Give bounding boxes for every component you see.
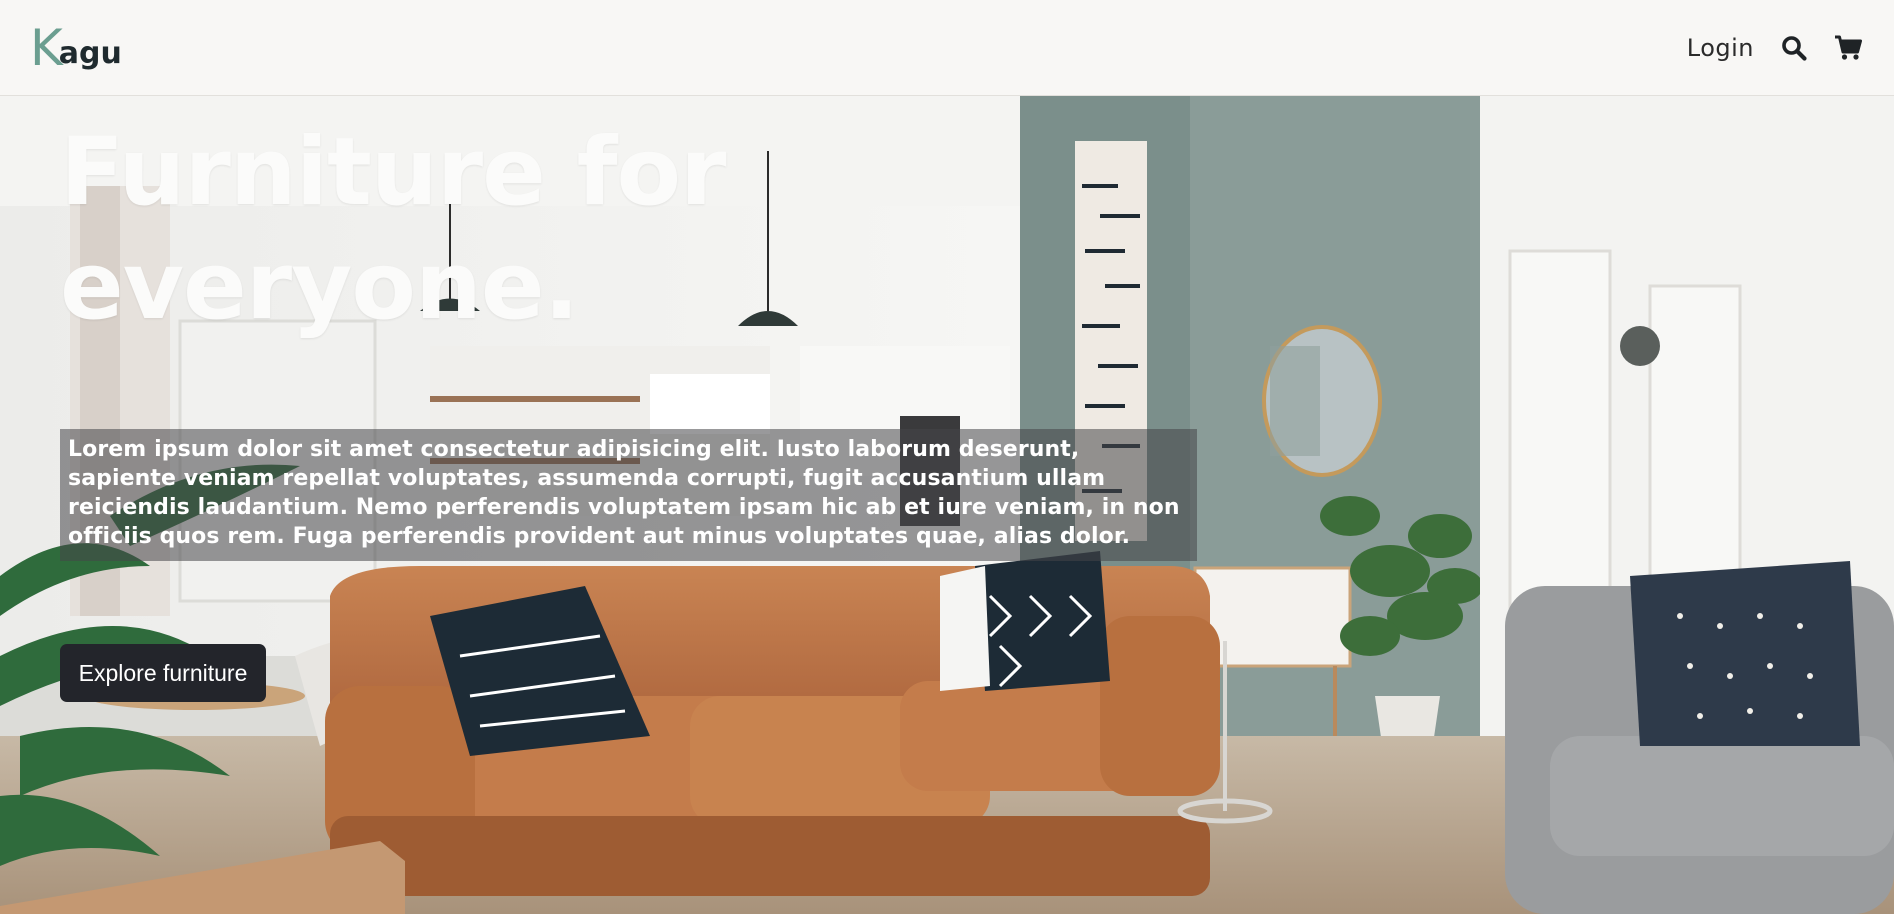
hero-description-box: Lorem ipsum dolor sit amet consectetur a… — [60, 429, 1197, 561]
brand-logo[interactable]: K agu — [30, 23, 122, 73]
main-nav: Login — [1687, 34, 1862, 62]
hero-description: Lorem ipsum dolor sit amet consectetur a… — [68, 437, 1180, 549]
hero-section: Furniture for everyone. Lorem ipsum dolo… — [0, 96, 1894, 914]
site-header: K agu Login — [0, 0, 1894, 96]
explore-furniture-button[interactable]: Explore furniture — [60, 644, 266, 702]
login-link[interactable]: Login — [1687, 34, 1754, 62]
logo-initial: K — [30, 18, 63, 77]
hero-title: Furniture for everyone. — [60, 118, 726, 341]
cart-icon[interactable] — [1834, 34, 1862, 62]
logo-wordmark: agu — [58, 35, 122, 71]
search-icon[interactable] — [1780, 34, 1808, 62]
